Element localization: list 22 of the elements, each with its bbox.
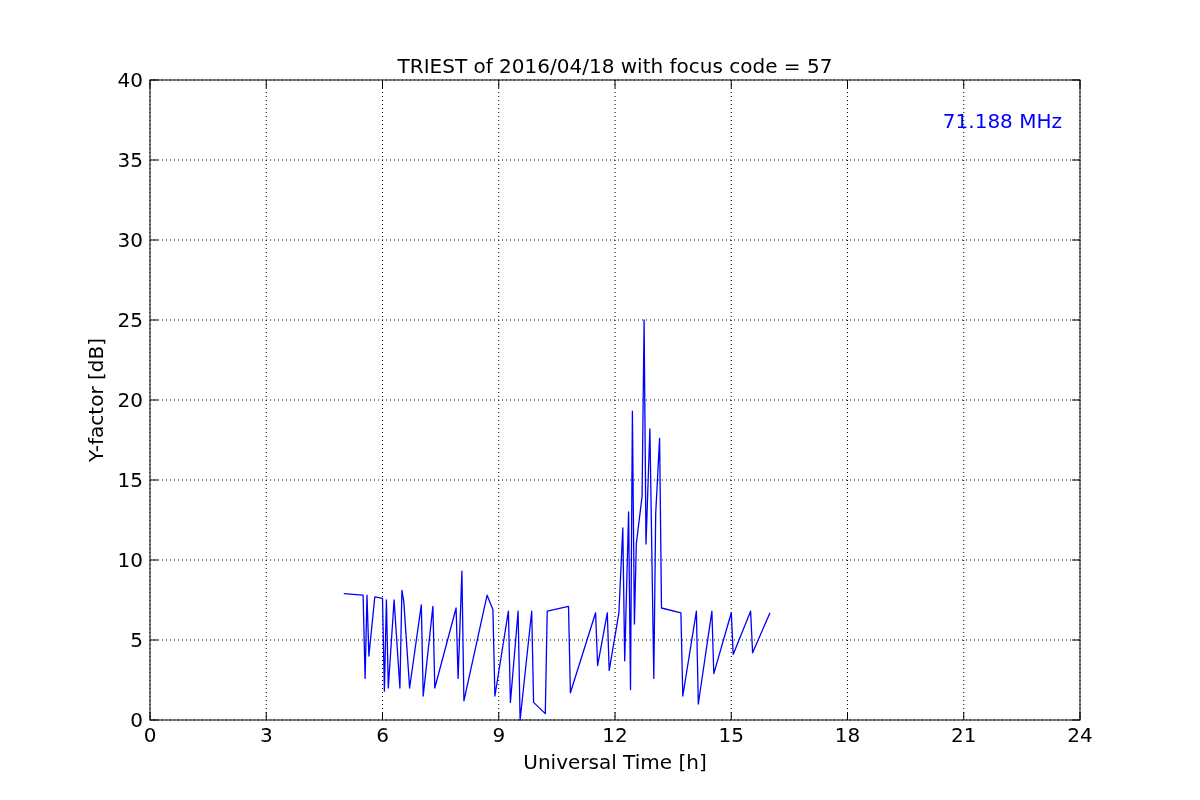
tick-label: 25 (117, 308, 143, 332)
annotation-text: 71.188 MHz (942, 109, 1062, 133)
tick-label: 9 (492, 723, 506, 747)
tick-label: 0 (143, 723, 157, 747)
tick-label: 3 (259, 723, 273, 747)
tick-label: 10 (117, 548, 143, 572)
tick-label: 12 (602, 723, 628, 747)
tick-label: 20 (117, 388, 143, 412)
tick-label: 5 (130, 628, 143, 652)
tick-label: 18 (834, 723, 861, 747)
tick-label: 6 (376, 723, 389, 747)
axis-label: Universal Time [h] (523, 750, 707, 774)
axis-label: Y-factor [dB] (84, 338, 108, 462)
tick-label: 35 (117, 148, 143, 172)
tick-label: 0 (130, 708, 143, 732)
tick-label: 24 (1067, 723, 1093, 747)
tick-label: 15 (117, 468, 143, 492)
tick-label: 30 (117, 228, 143, 252)
chart-title: TRIEST of 2016/04/18 with focus code = 57 (397, 54, 833, 78)
tick-label: 15 (718, 723, 744, 747)
tick-label: 21 (951, 723, 977, 747)
tick-label: 40 (117, 68, 143, 92)
